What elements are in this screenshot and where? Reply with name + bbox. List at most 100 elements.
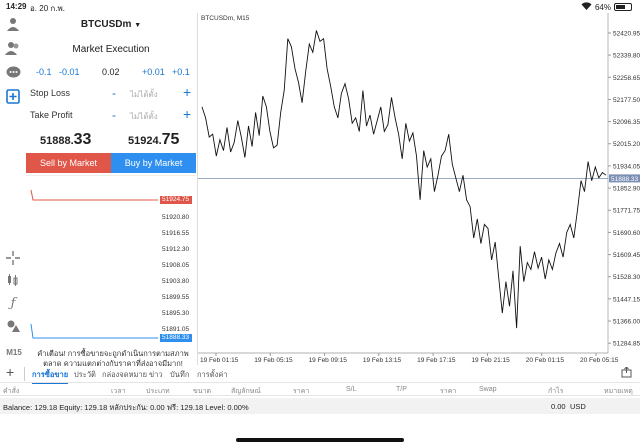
take-profit-minus-button[interactable]: - [112, 108, 116, 122]
x-tick-label: 19 Feb 21:15 [471, 357, 510, 364]
bid-price-tag: 51888.33 [160, 334, 192, 342]
x-tick-label: 19 Feb 05:15 [254, 357, 293, 364]
left-toolbar: ƒ M15 [0, 13, 26, 363]
y-tick-label: 52177.50 [613, 97, 640, 104]
column-header: ราคา [293, 388, 310, 395]
crosshair-icon[interactable] [4, 249, 22, 267]
stop-loss-input[interactable]: ไม่ได้ตั้ง [130, 88, 158, 101]
volume-input[interactable]: 0.02 [102, 67, 120, 77]
y-tick-label: 51609.45 [613, 252, 640, 259]
home-indicator[interactable] [236, 438, 404, 442]
chat-icon[interactable] [4, 63, 22, 81]
chevron-down-icon: ▼ [134, 22, 142, 29]
y-tick-label: 52420.95 [613, 30, 640, 37]
column-header: หมายเหตุ [604, 388, 633, 395]
column-header: Swap [479, 386, 497, 393]
buy-by-market-button[interactable]: Buy by Market [111, 153, 196, 173]
currency: USD [570, 402, 586, 411]
balance-row: Balance: 129.18 Equity: 129.18 หลักประกั… [0, 398, 640, 414]
tab-settings[interactable]: การตั้งค่า [197, 369, 228, 381]
tick-level: 51903.80 [162, 278, 190, 285]
take-profit-plus-button[interactable]: + [183, 106, 191, 122]
tick-level: 51908.05 [162, 262, 190, 269]
execution-warning: คำเตือน! การซื้อขายจะถูกดำเนินการตามสภาพ… [37, 349, 189, 368]
x-tick-label: 19 Feb 09:15 [309, 357, 348, 364]
bid-price: 51888.33 [40, 131, 91, 149]
battery-icon [614, 3, 632, 11]
y-tick-label: 52339.80 [613, 53, 640, 60]
export-icon[interactable] [621, 366, 632, 381]
bid-price-prefix: 51888. [40, 135, 74, 147]
tab-history[interactable]: ประวัติ [74, 369, 96, 381]
volume-minus-big-button[interactable]: -0.1 [36, 67, 52, 77]
y-tick-label: 52096.35 [613, 119, 640, 126]
y-tick-label: 51528.30 [613, 274, 640, 281]
volume-plus-small-button[interactable]: +0.01 [142, 67, 165, 77]
timeframe-label[interactable]: M15 [3, 343, 25, 361]
x-tick-label: 19 Feb 13:15 [363, 357, 402, 364]
tab-news[interactable]: ข่าว [149, 369, 163, 381]
chart-canvas[interactable]: 52420.95 52339.80 52258.65 52177.50 52096.35… [198, 13, 640, 365]
y-tick-label: 51447.15 [613, 296, 640, 303]
tick-level: 51895.30 [162, 310, 190, 317]
take-profit-label: Take Profit [30, 110, 73, 120]
current-price-tag-label: 51888.33 [611, 176, 638, 183]
divider [24, 367, 25, 381]
bid-price-big: 33 [73, 131, 92, 148]
y-tick-label: 51934.05 [613, 163, 640, 170]
chart-type-icon[interactable] [4, 271, 22, 289]
volume-minus-small-button[interactable]: -0.01 [59, 67, 80, 77]
x-tick-label: 19 Feb 17:15 [417, 357, 456, 364]
tick-level: 51899.55 [162, 294, 190, 301]
new-order-icon[interactable] [4, 87, 22, 105]
volume-plus-big-button[interactable]: +0.1 [172, 67, 190, 77]
tick-chart: 51924.75 51920.80 51916.55 51912.30 5190… [26, 175, 196, 345]
stop-loss-plus-button[interactable]: + [183, 84, 191, 100]
take-profit-input[interactable]: ไม่ได้ตั้ง [130, 110, 158, 123]
sell-by-market-button[interactable]: Sell by Market [26, 153, 111, 173]
function-icon[interactable]: ƒ [4, 294, 22, 312]
column-header: ขนาด [193, 388, 212, 395]
execution-type[interactable]: Market Execution [26, 44, 196, 55]
price-chart[interactable]: BTCUSDm, M15 52420.95 52339.80 52258.65 521… [197, 13, 640, 365]
y-tick-label: 51852.90 [613, 186, 640, 193]
column-header: ประเภท [146, 388, 170, 395]
stop-loss-minus-button[interactable]: - [112, 86, 116, 100]
bid-tick-line [30, 323, 158, 339]
column-header: ราคา [440, 388, 457, 395]
price-series-line [201, 30, 607, 329]
column-header: สัญลักษณ์ [231, 388, 261, 395]
tick-level: 51912.30 [162, 246, 190, 253]
y-tick-label: 51366.00 [613, 319, 640, 326]
trade-table-header: คำสั่ง เวลา ประเภท ขนาด สัญลักษณ์ ราคา S… [0, 382, 640, 396]
users-icon[interactable] [4, 39, 22, 57]
x-tick-label: 20 Feb 01:15 [526, 357, 565, 364]
x-tick-label: 20 Feb 05:15 [580, 357, 619, 364]
ask-price-big: 75 [161, 131, 180, 148]
y-tick-label: 51284.85 [613, 341, 640, 348]
chart-title: BTCUSDm, M15 [201, 15, 250, 22]
tab-journal[interactable]: บันทึก [170, 369, 189, 381]
y-tick-label: 51771.75 [613, 208, 640, 215]
user-icon[interactable] [4, 15, 22, 33]
y-tick-label: 52015.20 [613, 141, 640, 148]
tab-mailbox[interactable]: กล่องจดหมาย [102, 369, 147, 381]
column-header: เวลา [111, 388, 126, 395]
objects-icon[interactable] [4, 317, 22, 335]
wifi-icon [581, 2, 592, 12]
tick-level: 51916.55 [162, 230, 190, 237]
clock: 14:29 [6, 2, 27, 11]
ask-price-prefix: 51924. [128, 135, 162, 147]
symbol-selector[interactable]: BTCUSDm ▼ [26, 19, 196, 30]
quote-prices: 51888.33 51924.75 [26, 129, 196, 151]
column-header: S/L [346, 386, 357, 393]
ask-tick-line [30, 189, 158, 201]
volume-row: -0.1 -0.01 0.02 +0.01 +0.1 [26, 67, 196, 79]
new-order-plus-button[interactable]: + [6, 364, 14, 380]
bottom-tabs: + การซื้อขาย ประวัติ กล่องจดหมาย ข่าว บั… [0, 364, 640, 384]
y-tick-label: 51690.60 [613, 230, 640, 237]
stop-loss-label: Stop Loss [30, 88, 71, 98]
symbol-name: BTCUSDm [80, 19, 132, 30]
battery-percent: 64% [594, 2, 611, 12]
tick-level: 51891.05 [162, 326, 190, 333]
